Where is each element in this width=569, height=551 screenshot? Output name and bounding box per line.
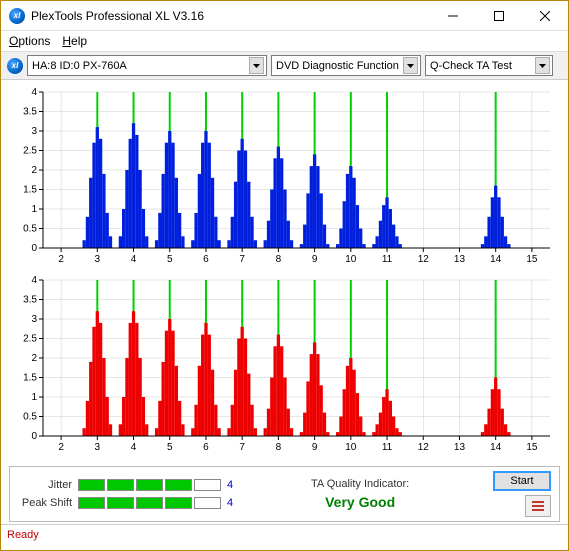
svg-text:1: 1 [31,392,37,403]
jitter-value: 4 [227,479,241,491]
chart-area: 00.511.522.533.5423456789101112131415 00… [1,80,568,464]
chevron-down-icon [403,57,418,74]
svg-text:3.5: 3.5 [23,107,37,118]
svg-text:2: 2 [31,165,37,176]
chevron-down-icon [535,57,550,74]
svg-text:15: 15 [526,254,538,265]
svg-text:3.5: 3.5 [23,295,37,306]
function-select-value: DVD Diagnostic Functions [276,60,399,72]
menubar: Options Help [1,31,568,52]
chevron-down-icon [249,57,264,74]
jitter-bars [78,479,221,491]
peak-shift-bars [78,497,221,509]
menu-options[interactable]: Options [9,34,50,48]
svg-text:6: 6 [203,254,209,265]
peak-shift-row: Peak Shift 4 [18,497,241,509]
jitter-label: Jitter [18,479,72,491]
svg-text:2.5: 2.5 [23,146,37,157]
svg-text:13: 13 [454,442,466,453]
start-button[interactable]: Start [493,471,551,491]
svg-text:0: 0 [31,243,37,254]
svg-text:4: 4 [131,254,137,265]
svg-text:0: 0 [31,431,37,442]
quality-value: Very Good [311,494,409,510]
svg-text:0.5: 0.5 [23,224,37,235]
results-panel: Jitter 4 Peak Shift 4 TA Quality Indicat… [9,466,560,522]
statusbar: Ready [1,524,568,544]
svg-text:2: 2 [58,254,64,265]
svg-text:1.5: 1.5 [23,373,37,384]
svg-text:13: 13 [454,254,466,265]
chart-bottom: 0 0.5 1 1.5 2 2.5 3 3.5 4 2 3 4 5 6 7 8 9 10 11 12 13 14 15 [9,272,560,458]
svg-text:5: 5 [167,442,173,453]
menu-help[interactable]: Help [62,34,87,48]
function-select[interactable]: DVD Diagnostic Functions [271,55,421,76]
jitter-row: Jitter 4 [18,479,241,491]
svg-text:3: 3 [95,442,101,453]
chart-top: 0 0.5 1 1.5 2 2.5 3 3.5 4 2 3 4 5 6 7 8 9 10 11 12 13 14 15 [9,84,560,270]
options-button[interactable] [525,495,551,517]
svg-text:1.5: 1.5 [23,185,37,196]
svg-text:9: 9 [312,254,318,265]
svg-text:12: 12 [418,442,430,453]
svg-text:8: 8 [276,442,282,453]
svg-text:10: 10 [345,254,357,265]
svg-text:3: 3 [31,126,37,137]
app-icon: xl [9,8,25,24]
minimize-button[interactable] [430,1,476,30]
svg-text:6: 6 [203,442,209,453]
test-select[interactable]: Q-Check TA Test [425,55,553,76]
svg-text:0.5: 0.5 [23,412,37,423]
close-button[interactable] [522,1,568,30]
svg-text:7: 7 [239,442,245,453]
window-title: PlexTools Professional XL V3.16 [31,9,430,23]
svg-text:7: 7 [239,254,245,265]
svg-text:2: 2 [58,442,64,453]
peak-shift-value: 4 [227,497,241,509]
quality-label: TA Quality Indicator: [311,478,409,490]
device-icon: xl [7,58,23,74]
svg-text:9: 9 [312,442,318,453]
svg-text:3: 3 [95,254,101,265]
titlebar: xl PlexTools Professional XL V3.16 [1,1,568,31]
svg-text:4: 4 [31,87,37,98]
svg-text:1: 1 [31,204,37,215]
svg-text:3: 3 [31,314,37,325]
svg-text:15: 15 [526,442,538,453]
svg-text:14: 14 [490,442,502,453]
svg-text:12: 12 [418,254,430,265]
device-select-value: HA:8 ID:0 PX-760A [32,60,245,72]
test-select-value: Q-Check TA Test [430,60,531,72]
svg-text:5: 5 [167,254,173,265]
svg-text:11: 11 [382,442,393,453]
toolbar: xl HA:8 ID:0 PX-760A DVD Diagnostic Func… [1,52,568,80]
peak-shift-label: Peak Shift [18,497,72,509]
svg-text:2: 2 [31,353,37,364]
svg-text:14: 14 [490,254,502,265]
svg-text:8: 8 [276,254,282,265]
svg-text:10: 10 [345,442,357,453]
device-select[interactable]: HA:8 ID:0 PX-760A [27,55,267,76]
status-text: Ready [7,529,39,541]
svg-text:4: 4 [131,442,137,453]
svg-text:11: 11 [382,254,393,265]
maximize-button[interactable] [476,1,522,30]
svg-text:2.5: 2.5 [23,334,37,345]
svg-text:4: 4 [31,275,37,286]
